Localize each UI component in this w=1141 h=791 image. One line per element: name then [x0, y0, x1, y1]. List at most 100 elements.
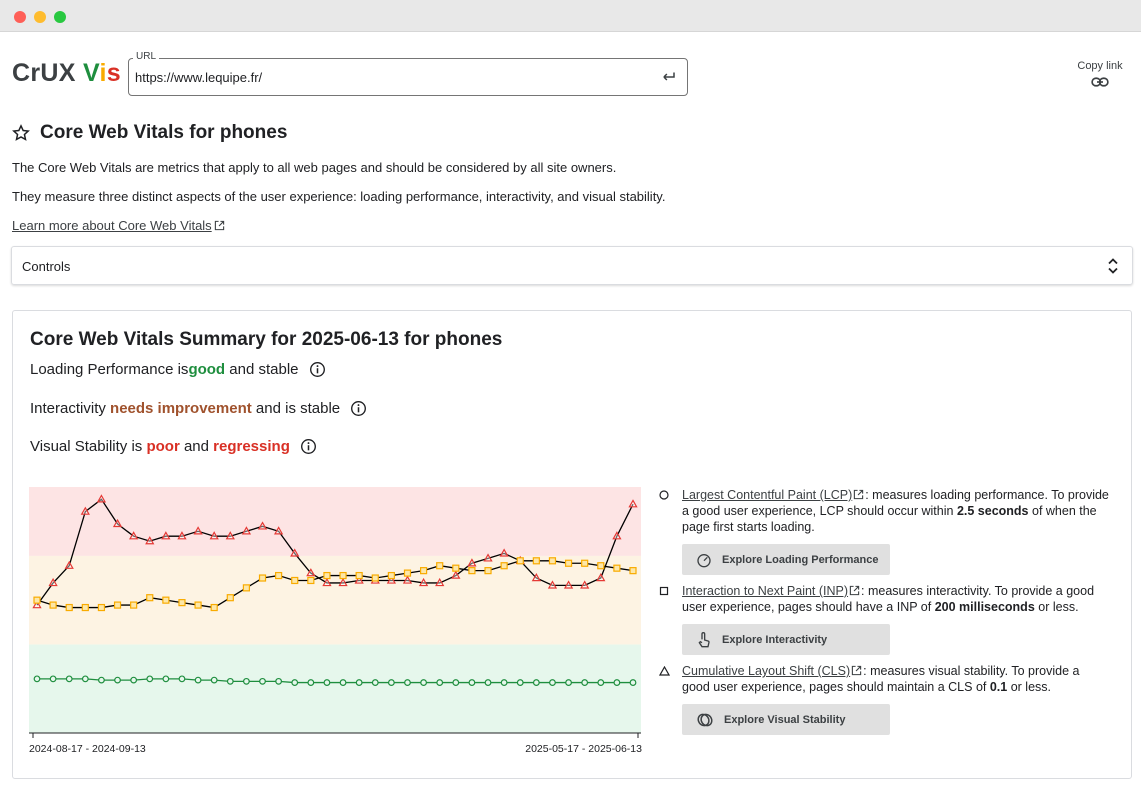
trend-regressing: regressing	[213, 438, 290, 455]
info-icon[interactable]	[350, 400, 367, 417]
controls-label: Controls	[22, 259, 71, 274]
point-square	[564, 559, 573, 567]
explore-visual-stability-button[interactable]: Explore Visual Stability	[682, 704, 890, 735]
point-circle	[194, 676, 202, 684]
point-circle	[210, 676, 218, 684]
url-input[interactable]: URL https://www.lequipe.fr/	[128, 51, 688, 96]
close-window-button[interactable]	[14, 11, 26, 23]
status-loading-performance: Loading Performance is good and stable	[30, 361, 326, 378]
point-circle	[243, 677, 250, 685]
external-link-icon	[849, 585, 860, 596]
point-circle	[33, 675, 41, 683]
speedometer-icon	[697, 553, 711, 567]
point-circle	[307, 679, 315, 686]
metric-inp: Interaction to Next Paint (INP): measure…	[659, 583, 1109, 615]
point-circle	[146, 675, 154, 683]
explore-interactivity-button[interactable]: Explore Interactivity	[682, 624, 890, 655]
band-needs-improvement	[29, 555, 641, 645]
link-icon	[1091, 77, 1109, 87]
point-circle	[452, 679, 460, 686]
info-icon[interactable]	[300, 438, 317, 455]
summary-card: Core Web Vitals Summary for 2025-06-13 f…	[12, 310, 1132, 779]
point-circle	[549, 679, 556, 686]
point-square	[419, 567, 428, 575]
point-square	[178, 599, 186, 607]
info-icon[interactable]	[309, 361, 326, 378]
metric-cls: Cumulative Layout Shift (CLS): measures …	[659, 663, 1109, 695]
point-circle	[532, 679, 540, 686]
point-square	[403, 569, 412, 577]
rating-needs-improvement: needs improvement	[110, 400, 252, 417]
point-square	[146, 594, 154, 602]
point-square	[242, 584, 251, 592]
star-icon[interactable]	[12, 124, 30, 142]
point-circle	[387, 679, 395, 686]
point-square	[307, 576, 315, 585]
point-square	[291, 576, 299, 585]
unfold-icon	[1108, 258, 1118, 274]
point-square	[452, 564, 460, 572]
status-visual-stability: Visual Stability is poor and regressing	[30, 438, 317, 455]
external-link-icon	[854, 489, 864, 500]
x-label-last: 2025-05-17 - 2025-06-13	[525, 743, 642, 755]
touch-icon	[698, 631, 710, 647]
point-circle	[130, 676, 138, 684]
point-circle	[355, 679, 363, 686]
point-circle	[565, 679, 572, 686]
point-circle	[371, 679, 379, 686]
url-value[interactable]: https://www.lequipe.fr/	[135, 70, 262, 85]
point-square	[548, 557, 557, 565]
point-square	[275, 571, 283, 580]
url-label: URL	[133, 51, 160, 62]
point-circle	[81, 675, 89, 683]
inp-link[interactable]: Interaction to Next Paint (INP)	[682, 584, 848, 598]
enter-icon[interactable]	[659, 68, 677, 86]
point-square	[33, 596, 41, 604]
external-link-icon	[214, 220, 224, 231]
point-square	[613, 564, 621, 572]
intro-paragraph-2: They measure three distinct aspects of t…	[12, 189, 666, 204]
point-square	[516, 557, 524, 565]
point-square	[323, 571, 331, 580]
external-link-icon	[851, 665, 862, 676]
point-square	[113, 601, 122, 609]
app-logo: CrUX Vis	[12, 59, 121, 87]
point-square	[371, 574, 379, 582]
page-title-text: Core Web Vitals for phones	[40, 122, 288, 143]
point-square	[81, 603, 89, 612]
point-square	[581, 559, 589, 567]
learn-more-link[interactable]: Learn more about Core Web Vitals	[12, 218, 225, 233]
status-interactivity: Interactivity needs improvement and is s…	[30, 400, 367, 417]
maximize-window-button[interactable]	[54, 11, 66, 23]
point-circle	[275, 677, 283, 685]
point-square	[194, 601, 202, 609]
point-circle	[178, 675, 186, 683]
point-circle	[65, 675, 73, 683]
point-square	[387, 571, 395, 580]
metric-lcp: Largest Contentful Paint (LCP): measures…	[659, 487, 1109, 535]
point-circle	[291, 679, 299, 686]
copy-link-button[interactable]: Copy link	[1062, 60, 1138, 88]
point-circle	[259, 677, 266, 685]
layers-icon	[697, 713, 713, 726]
point-square	[226, 594, 234, 602]
point-circle	[420, 679, 427, 686]
point-square	[258, 574, 267, 582]
square-marker-icon	[659, 586, 669, 596]
band-poor	[29, 487, 641, 556]
point-square	[49, 601, 57, 609]
point-circle	[581, 679, 589, 686]
controls-expander[interactable]: Controls	[11, 246, 1133, 285]
point-square	[532, 557, 540, 565]
point-circle	[98, 676, 105, 684]
minimize-window-button[interactable]	[34, 11, 46, 23]
point-square	[210, 603, 218, 612]
point-circle	[629, 679, 637, 686]
cls-link[interactable]: Cumulative Layout Shift (CLS)	[682, 664, 850, 678]
point-square	[355, 571, 363, 580]
chart-svg: 2024-08-17 - 2024-09-13 2025-05-17 - 2025…	[29, 487, 642, 755]
point-square	[97, 603, 106, 612]
lcp-link[interactable]: Largest Contentful Paint (LCP)	[682, 488, 852, 502]
x-label-first: 2024-08-17 - 2024-09-13	[29, 743, 146, 755]
explore-loading-button[interactable]: Explore Loading Performance	[682, 544, 890, 575]
